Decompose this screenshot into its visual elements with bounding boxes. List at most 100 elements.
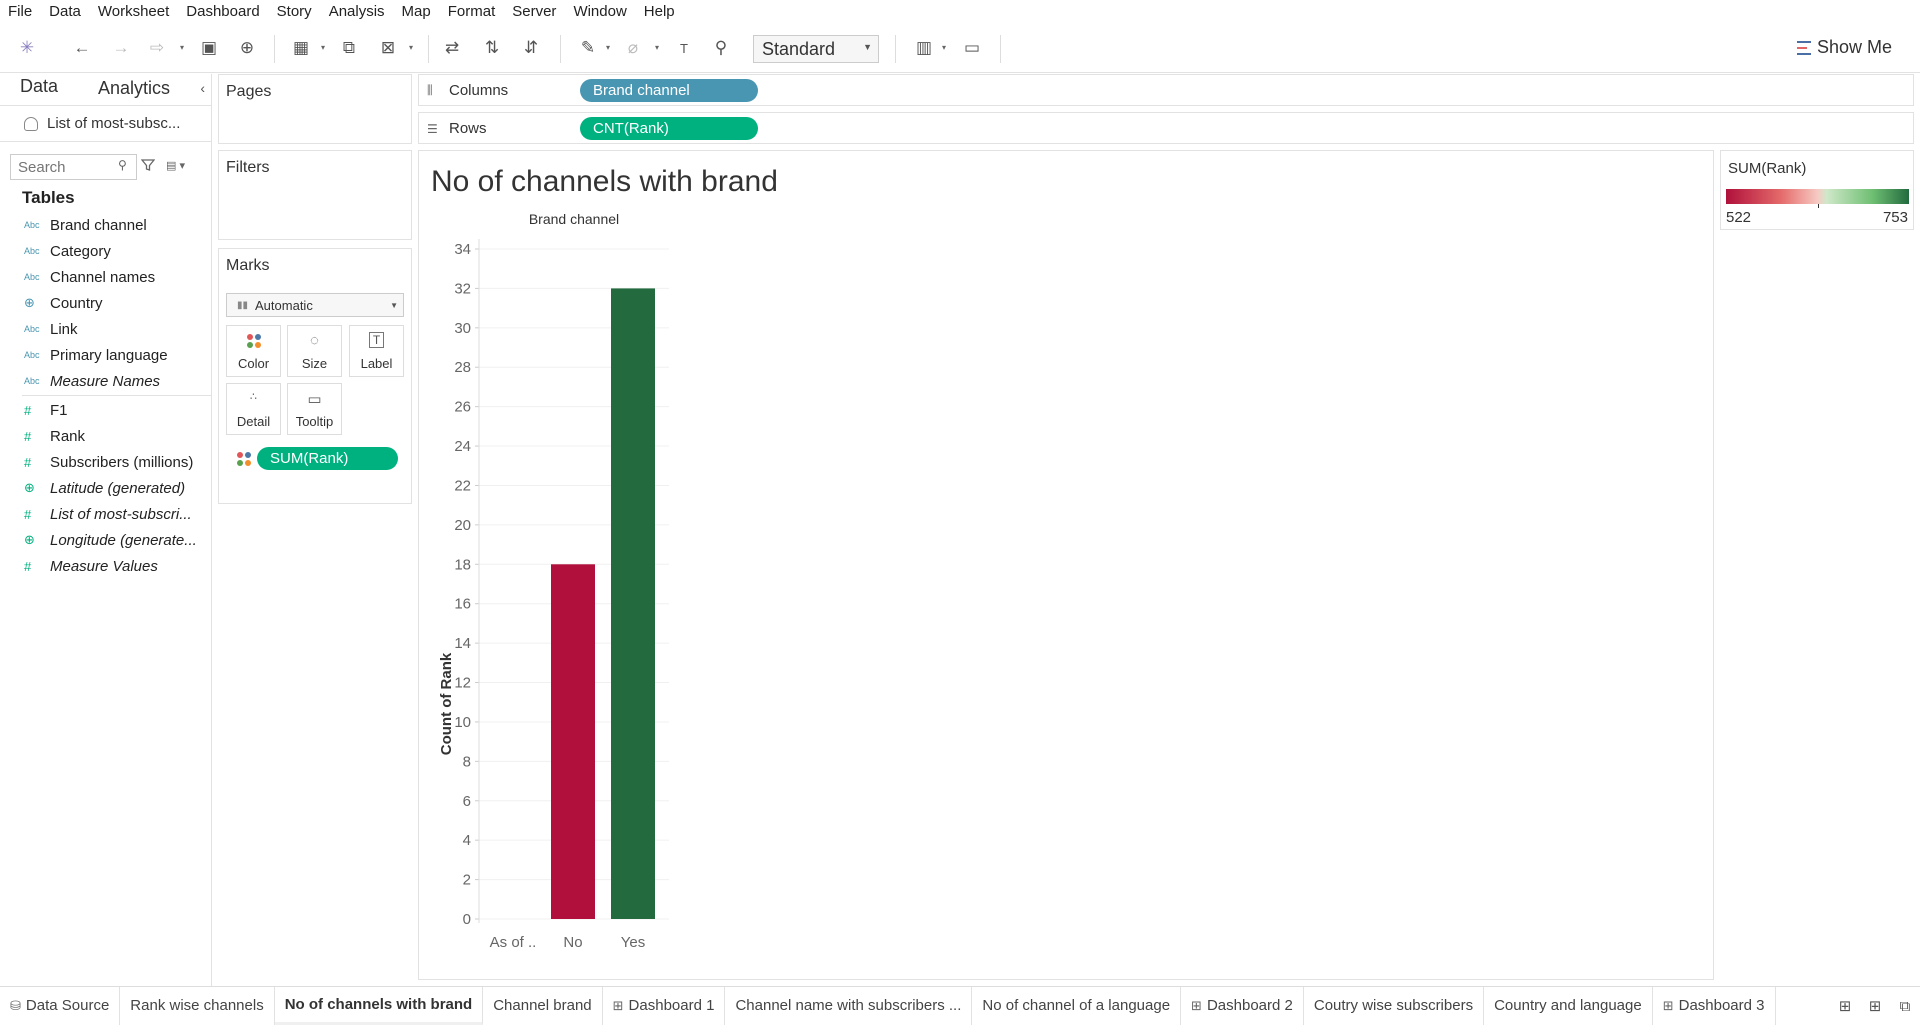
- duplicate-icon[interactable]: ⧉: [338, 37, 360, 59]
- tab-dashboard-3[interactable]: ⊞ Dashboard 3: [1653, 986, 1776, 1025]
- menu-window[interactable]: Window: [573, 3, 626, 20]
- number-type-icon: #: [24, 428, 32, 444]
- replay-caret-icon[interactable]: ▾: [180, 43, 184, 52]
- columns-pill[interactable]: Brand channel: [580, 79, 758, 102]
- tab-country-and-language[interactable]: Country and language: [1484, 986, 1653, 1025]
- rows-pill[interactable]: CNT(Rank): [580, 117, 758, 140]
- menu-analysis[interactable]: Analysis: [329, 3, 385, 20]
- group-caret-icon[interactable]: ▾: [655, 43, 659, 52]
- tab-dashboard-2[interactable]: ⊞ Dashboard 2: [1181, 986, 1304, 1025]
- new-worksheet-caret-icon[interactable]: ▾: [321, 43, 325, 52]
- filter-icon[interactable]: [141, 158, 155, 172]
- menu-map[interactable]: Map: [402, 3, 431, 20]
- field-brand-channel[interactable]: Abc Brand channel: [0, 212, 211, 238]
- chevron-down-icon: ▼: [863, 42, 872, 52]
- menu-file[interactable]: File: [8, 3, 32, 20]
- tab-channel-name-with-subscribers[interactable]: Channel name with subscribers ...: [725, 986, 973, 1025]
- redo-icon[interactable]: →: [110, 37, 132, 59]
- size-button[interactable]: ◌ Size: [287, 325, 342, 377]
- tab-data[interactable]: Data: [0, 76, 78, 105]
- tableau-logo-icon[interactable]: ✳: [16, 37, 38, 59]
- tab-analytics[interactable]: Analytics: [78, 78, 190, 105]
- tab-no-of-channels-with-brand[interactable]: No of channels with brand: [274, 986, 484, 1025]
- menu-worksheet[interactable]: Worksheet: [98, 3, 169, 20]
- fit-select[interactable]: Standard ▼: [753, 35, 879, 63]
- filters-card[interactable]: Filters: [218, 150, 412, 240]
- mark-type-select[interactable]: ▮▮ Automatic ▼: [226, 293, 404, 317]
- fix-axes-icon[interactable]: ⚲: [710, 37, 732, 59]
- menu-server[interactable]: Server: [512, 3, 556, 20]
- field-primary-language[interactable]: Abc Primary language: [0, 342, 211, 368]
- swap-rows-columns-icon[interactable]: ⇄: [441, 37, 463, 59]
- field-country[interactable]: ⊕ Country: [0, 290, 211, 316]
- menu-format[interactable]: Format: [448, 3, 496, 20]
- group-members-icon[interactable]: ⌀: [622, 37, 644, 59]
- new-worksheet-icon[interactable]: ▦: [290, 37, 312, 59]
- undo-icon[interactable]: ←: [71, 37, 93, 59]
- size-icon: ◌: [310, 332, 319, 349]
- show-cards-caret-icon[interactable]: ▾: [942, 43, 946, 52]
- field-link[interactable]: Abc Link: [0, 316, 211, 342]
- menu-help[interactable]: Help: [644, 3, 675, 20]
- legend-max: 753: [1882, 209, 1908, 226]
- field-channel-names[interactable]: Abc Channel names: [0, 264, 211, 290]
- legend-color-ramp[interactable]: [1726, 189, 1909, 204]
- tooltip-icon: ▭: [307, 391, 322, 408]
- new-story-tab-icon[interactable]: ⧉: [1890, 998, 1920, 1015]
- clear-sheet-icon[interactable]: ⊠: [377, 37, 399, 59]
- detail-button[interactable]: ∴ Detail: [226, 383, 281, 435]
- menu-story[interactable]: Story: [277, 3, 312, 20]
- globe-icon: ⊕: [24, 532, 35, 547]
- save-icon[interactable]: ▣: [198, 37, 220, 59]
- show-cards-icon[interactable]: ▥: [913, 37, 935, 59]
- field-latitude[interactable]: ⊕ Latitude (generated): [0, 475, 211, 501]
- datasource-item[interactable]: List of most-subsc...: [0, 106, 211, 142]
- tab-rank-wise-channels[interactable]: Rank wise channels: [120, 986, 275, 1025]
- show-mark-labels-icon[interactable]: T: [673, 37, 695, 59]
- rows-shelf[interactable]: ☰ Rows CNT(Rank): [418, 112, 1914, 144]
- label-button[interactable]: T Label: [349, 325, 404, 377]
- show-me-button[interactable]: Show Me: [1796, 37, 1892, 58]
- pages-card[interactable]: Pages: [218, 74, 412, 144]
- sort-ascending-icon[interactable]: ⇅: [481, 37, 503, 59]
- color-encoding-icon: [237, 451, 251, 466]
- collapse-pane-icon[interactable]: ‹: [200, 80, 205, 96]
- tab-data-source[interactable]: ⛁ Data Source: [0, 986, 121, 1025]
- field-rank[interactable]: # Rank: [0, 423, 211, 449]
- label-icon: T: [368, 332, 385, 348]
- rows-icon: ☰: [427, 121, 438, 136]
- presentation-mode-icon[interactable]: ▭: [961, 37, 983, 59]
- clear-caret-icon[interactable]: ▾: [409, 43, 413, 52]
- y-tick-label: 24: [454, 438, 471, 455]
- field-measure-values[interactable]: # Measure Values: [0, 553, 211, 579]
- new-data-source-icon[interactable]: ⊕: [236, 37, 258, 59]
- color-icon: [246, 334, 261, 348]
- tab-dashboard-1[interactable]: ⊞ Dashboard 1: [603, 986, 726, 1025]
- view-options-icon[interactable]: ▤ ▾: [166, 159, 185, 172]
- tab-no-of-channel-of-a-language[interactable]: No of channel of a language: [972, 986, 1182, 1025]
- bar-chart: 0246810121416182022242628303234Brand cha…: [438, 211, 669, 951]
- field-list-count[interactable]: # List of most-subscri...: [0, 501, 211, 527]
- chevron-down-icon: ▼: [390, 300, 398, 310]
- tab-coutry-wise-subscribers[interactable]: Coutry wise subscribers: [1304, 986, 1485, 1025]
- replay-icon[interactable]: ⇨: [146, 37, 168, 59]
- field-subscribers[interactable]: # Subscribers (millions): [0, 449, 211, 475]
- new-dashboard-tab-icon[interactable]: ⊞: [1860, 997, 1890, 1015]
- menu-dashboard[interactable]: Dashboard: [186, 3, 259, 20]
- field-f1[interactable]: # F1: [0, 397, 211, 423]
- color-pill[interactable]: SUM(Rank): [257, 447, 398, 470]
- color-button[interactable]: Color: [226, 325, 281, 377]
- sort-descending-icon[interactable]: ⇵: [520, 37, 542, 59]
- database-icon: ⛁: [10, 997, 21, 1013]
- field-measure-names[interactable]: Abc Measure Names: [0, 368, 211, 394]
- highlight-icon[interactable]: ✎: [577, 37, 599, 59]
- tooltip-button[interactable]: ▭ Tooltip: [287, 383, 342, 435]
- new-worksheet-tab-icon[interactable]: ⊞: [1830, 997, 1860, 1015]
- columns-shelf[interactable]: ⫼ Columns Brand channel: [418, 74, 1914, 106]
- detail-icon: ∴: [250, 391, 257, 403]
- tab-channel-brand[interactable]: Channel brand: [483, 986, 603, 1025]
- field-longitude[interactable]: ⊕ Longitude (generate...: [0, 527, 211, 553]
- highlight-caret-icon[interactable]: ▾: [606, 43, 610, 52]
- menu-data[interactable]: Data: [49, 3, 81, 20]
- field-category[interactable]: Abc Category: [0, 238, 211, 264]
